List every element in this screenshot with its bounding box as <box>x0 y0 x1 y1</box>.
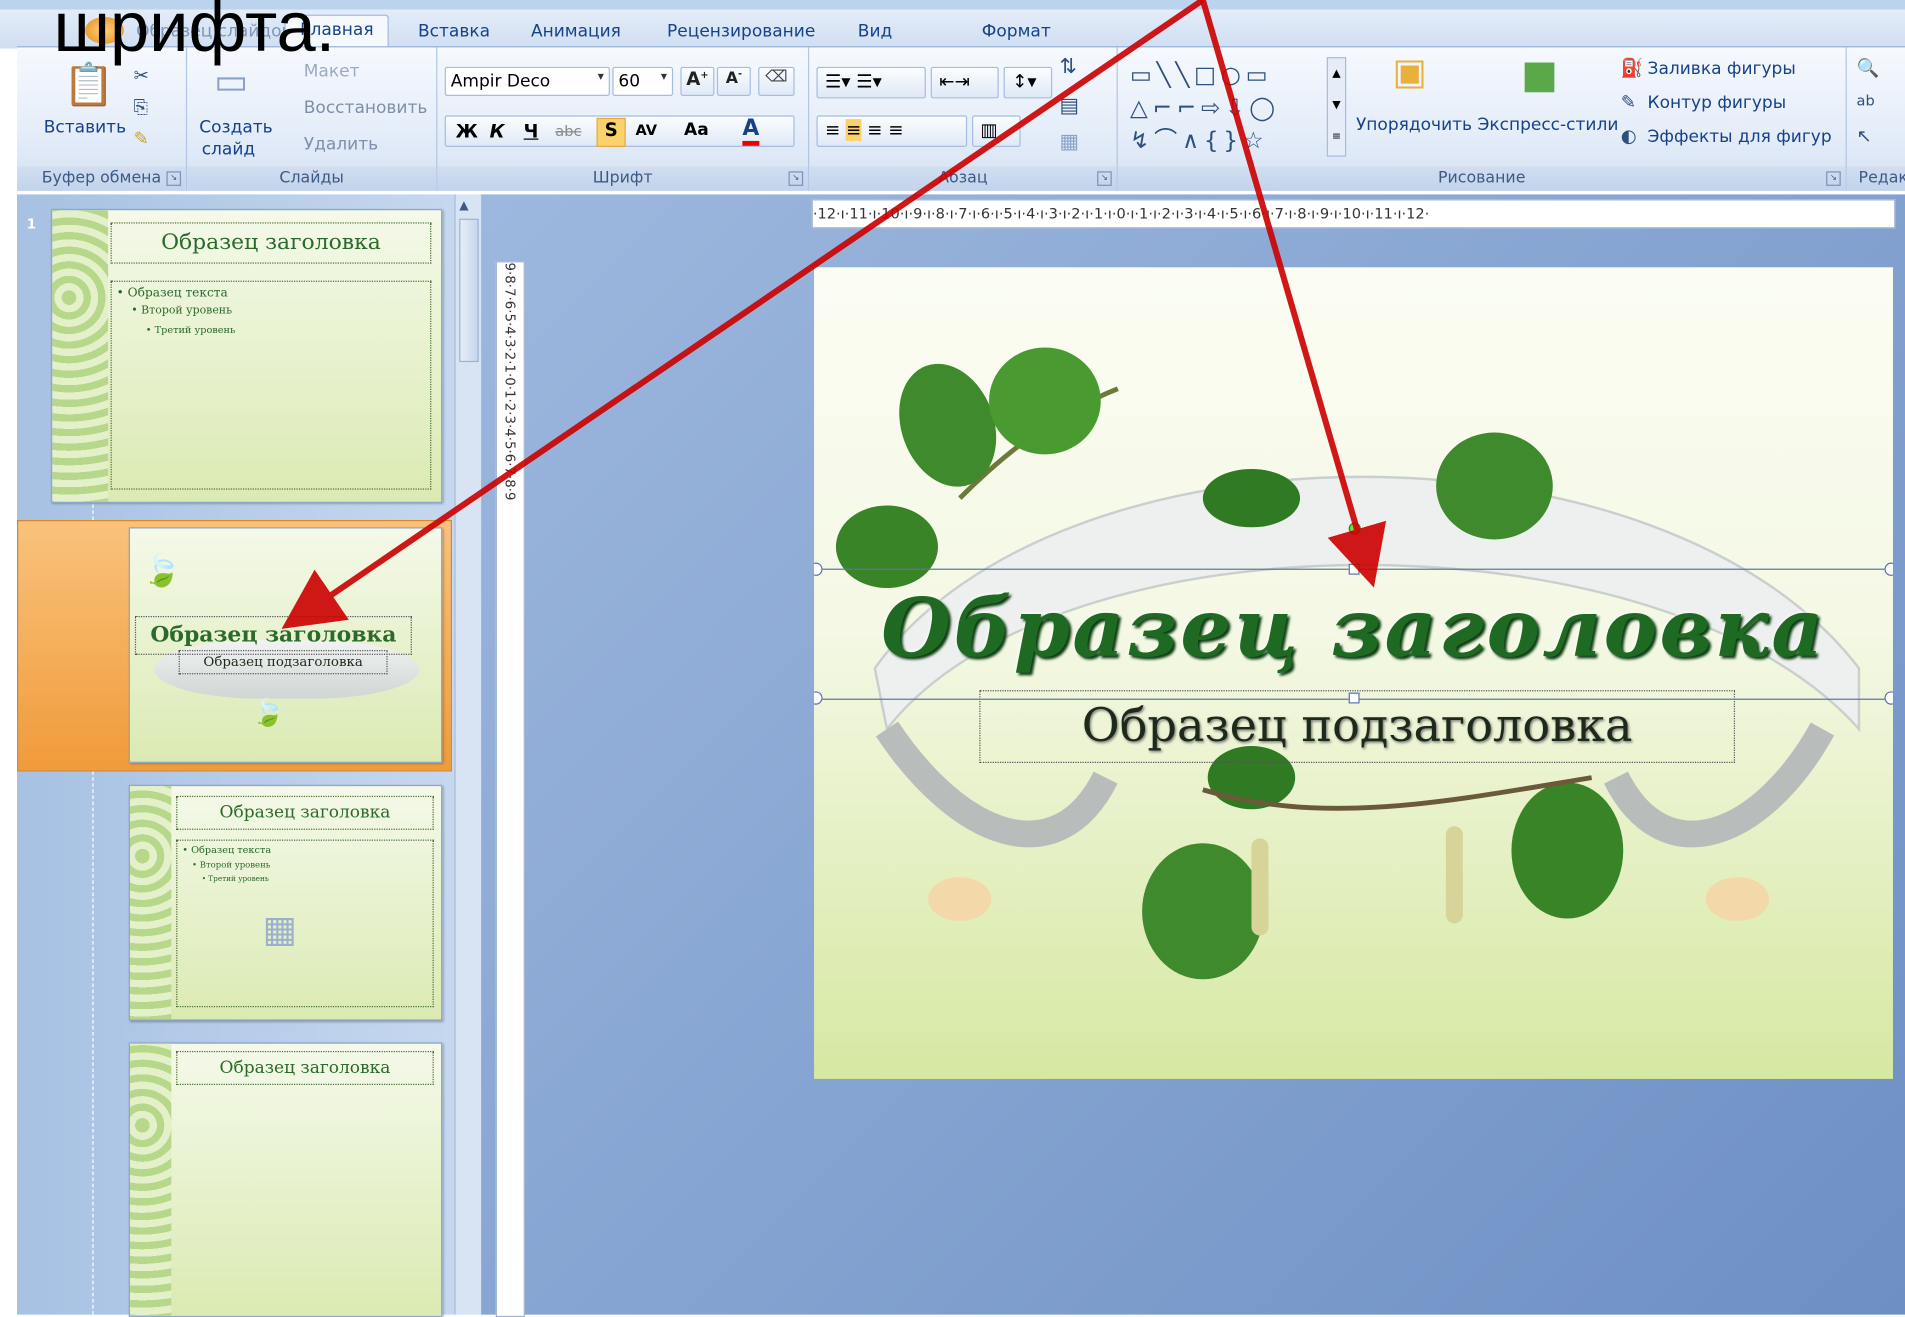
annotation-arrows <box>281 0 1387 629</box>
thumbnail-layout-slide-2[interactable]: Образец заголовка <box>128 1042 443 1317</box>
leaf-pattern <box>130 1043 172 1316</box>
overlay-caption: шрифта. <box>53 0 336 67</box>
